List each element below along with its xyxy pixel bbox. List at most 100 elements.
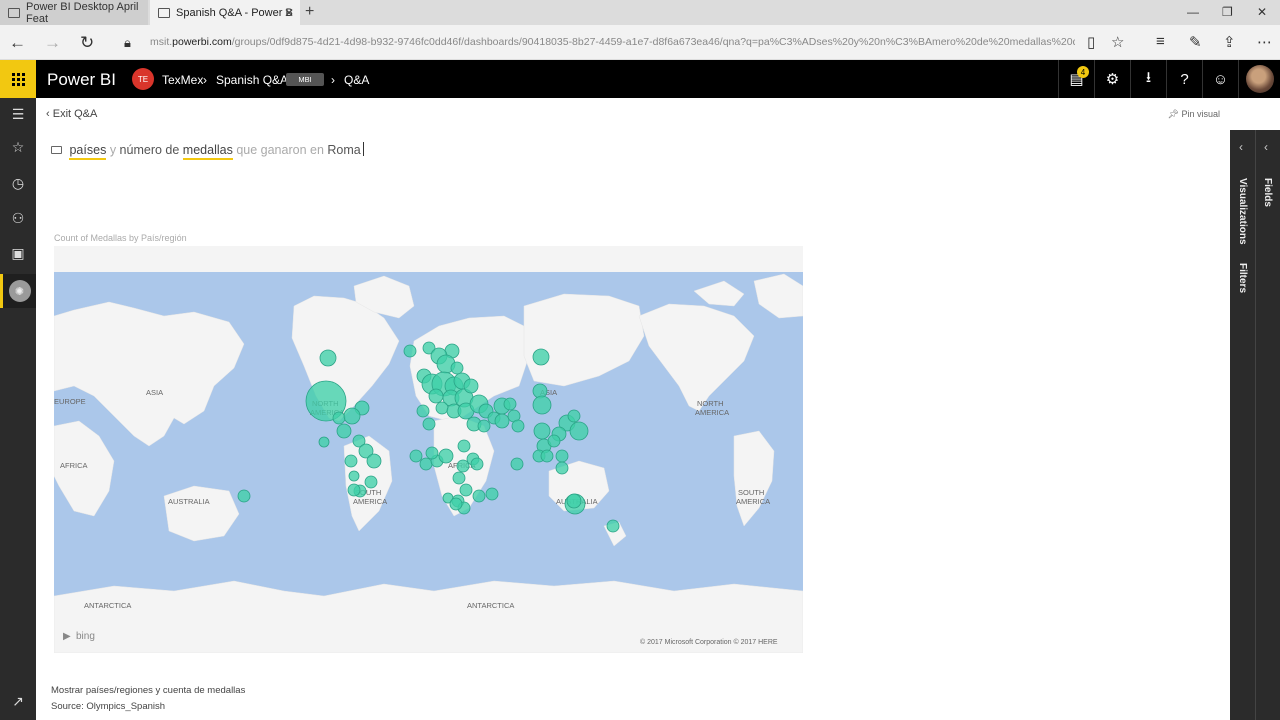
country-bubble[interactable] <box>485 487 499 501</box>
browser-tab-spanish-qna[interactable]: Spanish Q&A - Power B ✕ <box>150 0 300 25</box>
map-region-label: ANTARCTICA <box>84 601 131 610</box>
breadcrumb-workspace[interactable]: TexMex <box>162 73 203 87</box>
country-bubble[interactable] <box>416 404 430 418</box>
breadcrumb-qna[interactable]: Q&A <box>344 73 369 87</box>
country-bubble[interactable] <box>435 401 449 415</box>
country-bubble[interactable] <box>510 457 524 471</box>
nav-menu-icon[interactable]: ☰ <box>0 99 36 129</box>
filters-pane-tab[interactable]: Filters <box>1237 263 1248 293</box>
question-term: Roma <box>327 143 361 157</box>
country-bubble[interactable] <box>332 411 346 425</box>
country-bubble[interactable] <box>503 397 517 411</box>
country-bubble[interactable] <box>532 395 552 415</box>
hub-icon[interactable]: ≡ <box>1156 33 1165 50</box>
favorites-star-icon[interactable]: ☆ <box>0 132 36 162</box>
country-bubble[interactable] <box>566 493 582 509</box>
country-bubble[interactable] <box>450 361 464 375</box>
map-visual[interactable]: EUROPEASIANORTHAMERICAAFRICAAUSTRALIASOU… <box>53 246 804 654</box>
expand-arrow-icon[interactable]: ↗ <box>0 686 36 716</box>
workspaces-icon[interactable]: ▣ <box>0 238 36 268</box>
country-bubble[interactable] <box>511 419 525 433</box>
help-icon[interactable]: ? <box>1166 60 1202 98</box>
feedback-smiley-icon[interactable]: ☺ <box>1202 60 1238 98</box>
more-icon[interactable]: ⋯ <box>1257 33 1272 51</box>
country-bubble[interactable] <box>348 470 360 482</box>
country-bubble[interactable] <box>336 423 352 439</box>
url-path: /groups/0df9d875-4d21-4d98-b932-9746fc0d… <box>231 36 1075 48</box>
refresh-icon[interactable]: ↻ <box>80 33 94 53</box>
country-bubble[interactable] <box>419 457 433 471</box>
settings-gear-icon[interactable]: ⚙ <box>1094 60 1130 98</box>
country-bubble[interactable] <box>366 453 382 469</box>
back-icon[interactable]: ← <box>9 33 26 53</box>
country-bubble[interactable] <box>477 419 491 433</box>
favorite-star-icon[interactable]: ☆ <box>1111 33 1124 51</box>
country-bubble[interactable] <box>606 519 620 533</box>
chevron-left-icon: ‹ <box>46 108 53 120</box>
country-bubble[interactable] <box>425 446 439 460</box>
country-bubble[interactable] <box>456 459 470 473</box>
question-input[interactable]: países y número de medallas que ganaron … <box>51 142 364 160</box>
share-icon[interactable]: ⇪ <box>1223 33 1236 51</box>
country-bubble[interactable] <box>438 448 454 464</box>
country-bubble[interactable] <box>555 461 569 475</box>
map-region-label: AMERICA <box>353 497 387 506</box>
country-bubble[interactable] <box>452 471 466 485</box>
country-bubble[interactable] <box>569 421 589 441</box>
country-bubble[interactable] <box>237 489 251 503</box>
country-bubble[interactable] <box>428 388 444 404</box>
country-bubble[interactable] <box>449 497 463 511</box>
fields-pane-tab[interactable]: Fields <box>1262 178 1273 207</box>
country-bubble[interactable] <box>457 439 471 453</box>
country-bubble[interactable] <box>547 434 561 448</box>
expand-visualizations-chevron-icon[interactable]: ‹ <box>1239 140 1243 154</box>
country-bubble[interactable] <box>347 483 361 497</box>
expand-fields-chevron-icon[interactable]: ‹ <box>1264 140 1268 154</box>
country-bubble[interactable] <box>532 348 550 366</box>
country-bubble[interactable] <box>422 417 436 431</box>
restore-icon[interactable]: ❐ <box>1222 5 1233 19</box>
url-field[interactable]: msit.powerbi.com/groups/0df9d875-4d21-4d… <box>150 36 1075 48</box>
country-bubble[interactable] <box>409 449 423 463</box>
country-bubble[interactable] <box>555 449 569 463</box>
country-bubble[interactable] <box>459 483 473 497</box>
pin-visual-button[interactable]: 📌︎ Pin visual <box>1168 109 1220 120</box>
url-host: powerbi.com <box>172 36 232 48</box>
country-bubble[interactable] <box>403 344 417 358</box>
reading-view-icon[interactable]: ▯ <box>1087 33 1095 51</box>
country-bubble[interactable] <box>319 349 337 367</box>
country-bubble[interactable] <box>540 449 554 463</box>
close-window-icon[interactable]: ✕ <box>1257 5 1267 19</box>
country-bubble[interactable] <box>318 436 330 448</box>
minimize-icon[interactable]: — <box>1187 5 1199 19</box>
brand-title[interactable]: Power BI <box>47 70 116 90</box>
forward-icon[interactable]: → <box>44 33 61 53</box>
recent-clock-icon[interactable]: ◷ <box>0 168 36 198</box>
app-launcher-icon[interactable] <box>0 60 36 98</box>
country-bubble[interactable] <box>470 457 484 471</box>
breadcrumb-dashboard[interactable]: Spanish Q&A <box>216 73 288 87</box>
page-icon <box>158 7 170 18</box>
qna-canvas: ‹ Exit Q&A 📌︎ Pin visual países y número… <box>36 98 1230 720</box>
visualizations-pane-tab[interactable]: Visualizations <box>1237 178 1248 245</box>
country-bubble[interactable] <box>472 489 486 503</box>
browser-tab-powerbi-desktop[interactable]: Power BI Desktop April Feat <box>0 0 148 25</box>
notifications-icon[interactable]: ▤ <box>1058 60 1094 98</box>
country-bubble[interactable] <box>343 407 361 425</box>
web-note-icon[interactable]: ✎ <box>1189 33 1202 51</box>
map-region-label: NORTH <box>697 399 724 408</box>
exit-qna-button[interactable]: ‹ Exit Q&A <box>46 108 97 120</box>
user-avatar[interactable] <box>1246 65 1274 93</box>
download-icon[interactable]: ⭳ <box>1130 60 1166 98</box>
country-bubble[interactable] <box>567 409 581 423</box>
country-bubble[interactable] <box>364 475 378 489</box>
new-tab-icon[interactable]: + <box>305 3 314 21</box>
country-bubble[interactable] <box>533 422 551 440</box>
workspace-qna-item[interactable]: ✺ <box>0 274 36 308</box>
country-bubble[interactable] <box>494 413 510 429</box>
country-bubble[interactable] <box>344 454 358 468</box>
shared-with-me-icon[interactable]: ⚇ <box>0 203 36 233</box>
close-tab-icon[interactable]: ✕ <box>284 6 294 20</box>
country-bubble[interactable] <box>463 378 479 394</box>
question-term: países <box>69 143 107 160</box>
